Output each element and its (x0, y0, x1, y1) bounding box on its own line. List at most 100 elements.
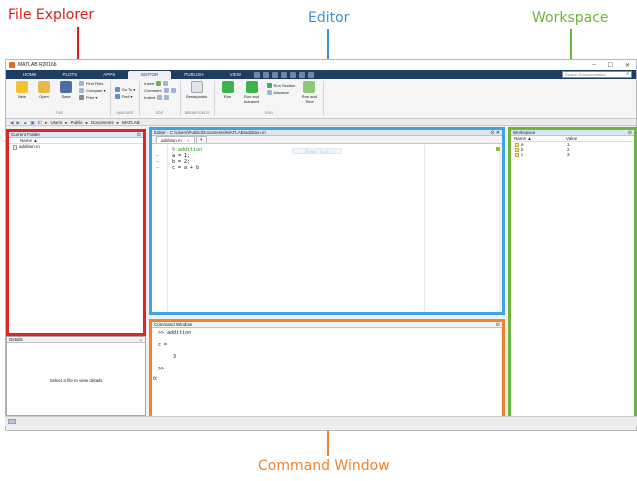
find-files-icon (79, 81, 84, 86)
window-title: MATLAB R2016b (18, 62, 57, 68)
quick-save-icon[interactable] (253, 72, 260, 78)
quick-paste-icon[interactable] (280, 72, 287, 78)
search-icon[interactable]: ⌕ (626, 72, 629, 77)
tab-view[interactable]: VIEW (216, 71, 254, 79)
workspace-title: Workspace (513, 130, 536, 135)
help-icon[interactable] (307, 72, 314, 78)
close-button[interactable]: ✕ (625, 62, 630, 69)
panel-menu-icon[interactable]: ⊙ (137, 132, 141, 138)
fx-icon[interactable]: fx (153, 376, 157, 382)
ribbon-group-run: Run Run and Advance Run Section Advance … (215, 81, 325, 116)
status-icon[interactable] (8, 419, 16, 424)
path-segment-matlab[interactable]: MATLAB (122, 119, 140, 126)
ribbon-group-file: New Open Save Find Files Compare ▾ Print… (9, 81, 111, 116)
workspace-header: Workspace ⊙ (511, 130, 634, 136)
tab-plots[interactable]: PLOTS (50, 71, 91, 79)
code-area[interactable]: Shows tips % addition – a = 1; – b = 2; – c… (152, 145, 502, 312)
search-documentation-input[interactable]: Search Documentation ⌕ (562, 71, 632, 78)
quick-redo-icon[interactable] (298, 72, 305, 78)
indent-button[interactable]: Indent (144, 95, 175, 100)
current-folder-header: Current Folder ⊙ (9, 132, 143, 138)
right-margin-line (424, 145, 425, 312)
ribbon-group-navigate: Go To ▾ Find ▾ NAVIGATE (111, 81, 141, 116)
find-files-button[interactable]: Find Files (79, 81, 106, 86)
current-folder-title: Current Folder (11, 132, 41, 137)
code-analyzer-ok-icon[interactable] (496, 147, 500, 151)
run-section-button[interactable]: Run Section (266, 83, 295, 88)
variable-icon (515, 147, 519, 152)
goto-button[interactable]: Go To ▾ (114, 87, 135, 92)
tab-apps[interactable]: APPS (90, 71, 128, 79)
tab-editor[interactable]: EDITOR (128, 71, 172, 79)
matlab-logo-icon (9, 62, 15, 68)
tab-publish[interactable]: PUBLISH (171, 71, 216, 79)
variable-icon (515, 142, 519, 147)
insert-icon (156, 81, 162, 86)
editor-header: Editor - C:\Users\Public\Documents\MATLA… (152, 130, 502, 136)
annotation-workspace: Workspace (532, 10, 609, 26)
advance-button[interactable]: Advance (266, 90, 296, 95)
outdent-icon (164, 95, 170, 100)
goto-icon (114, 87, 120, 92)
breakpoints-icon (190, 81, 203, 93)
run-and-advance-button[interactable]: Run and Advance (241, 81, 263, 104)
up-folder-icon[interactable]: ▲ (23, 119, 27, 126)
editor-scrollbar[interactable] (499, 145, 502, 312)
folder-col-name[interactable]: Name ▲ (20, 138, 38, 143)
path-segment-public[interactable]: Public (70, 119, 82, 126)
tab-home[interactable]: HOME (10, 71, 50, 79)
insert-button[interactable]: Insert (144, 81, 175, 86)
maximize-button[interactable]: ☐ (608, 62, 613, 69)
file-item[interactable]: addition.m (9, 144, 143, 150)
back-icon[interactable]: ◀ (10, 119, 13, 126)
panel-menu-icon[interactable]: ⊙ (496, 322, 500, 328)
current-folder-panel: Current Folder ⊙ Name ▲ addition.m (6, 129, 146, 336)
annotation-file-explorer: File Explorer (8, 7, 95, 23)
quick-copy-icon[interactable] (271, 72, 278, 78)
minimize-button[interactable]: – (592, 62, 595, 69)
save-button[interactable]: Save (57, 81, 75, 99)
new-button[interactable]: New (13, 81, 31, 99)
advance-icon (266, 90, 272, 95)
workspace-col-value[interactable]: Value (566, 136, 577, 141)
breakpoints-button[interactable]: Breakpoints (185, 81, 209, 99)
new-tab-button[interactable]: + (195, 136, 207, 143)
print-button[interactable]: Print ▾ (79, 95, 106, 100)
chevron-down-icon[interactable]: ⌄ (139, 337, 143, 343)
browse-folder-icon[interactable]: ▣ (30, 119, 34, 126)
quick-access-toolbar (253, 72, 314, 78)
quick-cut-icon[interactable] (262, 72, 269, 78)
open-button[interactable]: Open (35, 81, 53, 99)
save-icon (60, 81, 72, 93)
ribbon-group-breakpoints: Breakpoints BREAKPOINTS (181, 81, 215, 116)
path-segment-users[interactable]: Users (50, 119, 62, 126)
panel-menu-icon[interactable]: ⊙ (628, 130, 632, 136)
details-title: Details (9, 337, 23, 342)
tab-addition-m[interactable]: addition.m × (156, 136, 195, 143)
path-segment-drive[interactable]: C: (38, 119, 43, 126)
status-bar (5, 416, 637, 426)
path-segment-documents[interactable]: Documents (91, 119, 114, 126)
workspace-col-name[interactable]: Name ▲ (514, 136, 566, 141)
run-section-icon (266, 83, 272, 88)
command-window-header: Command Window ⊙ (152, 322, 502, 328)
variable-row[interactable]: c 3 (511, 152, 634, 157)
workspace-panel: Workspace ⊙ Name ▲ Value a 1 b 2 c 3 (508, 127, 637, 424)
new-icon (16, 81, 28, 93)
run-and-time-button[interactable]: Run and Time (299, 81, 319, 104)
compare-button[interactable]: Compare ▾ (79, 88, 106, 93)
forward-icon[interactable]: ▶ (16, 119, 19, 126)
tab-close-icon[interactable]: × (187, 138, 190, 143)
editor-close-icon[interactable]: ⊙ ✕ (490, 130, 500, 136)
ribbon-tabs: HOME PLOTS APPS EDITOR PUBLISH VIEW Sear… (6, 70, 636, 79)
quick-undo-icon[interactable] (289, 72, 296, 78)
comment-button[interactable]: Comment (144, 88, 176, 93)
run-button[interactable]: Run (219, 81, 237, 99)
command-window-panel[interactable]: Command Window ⊙ >> addition c = 3 >> fx (149, 319, 505, 424)
group-label-run: RUN (265, 111, 273, 115)
uncomment-icon (170, 88, 176, 93)
command-output[interactable]: >> addition c = 3 >> (152, 328, 502, 372)
command-prompt[interactable]: >> (158, 366, 502, 372)
find-button[interactable]: Find ▾ (114, 94, 136, 99)
code-line[interactable]: – c = a + b (156, 165, 199, 171)
